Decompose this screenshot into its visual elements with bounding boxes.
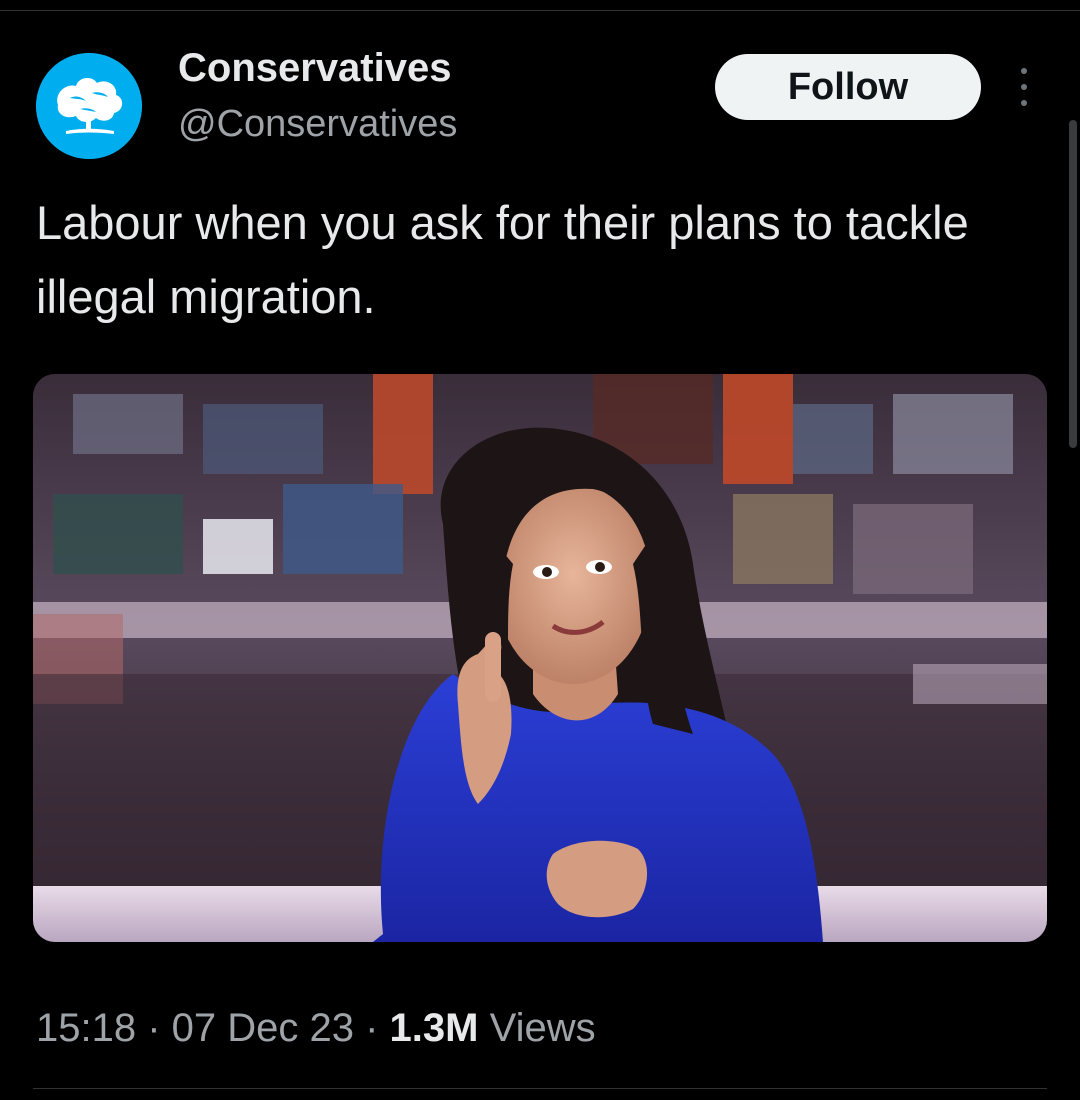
follow-button[interactable]: Follow: [715, 54, 981, 120]
views-count: 1.3M: [389, 1006, 479, 1050]
tweet-text: Labour when you ask for their plans to t…: [36, 196, 969, 323]
meta-separator: ·: [136, 1006, 172, 1050]
tweet-time[interactable]: 15:18: [36, 1006, 136, 1050]
account-handle[interactable]: @Conservatives: [178, 101, 457, 147]
more-options-button[interactable]: [1006, 62, 1042, 112]
tweet-meta: 15:18 · 07 Dec 23 · 1.3M Views: [36, 1002, 596, 1054]
scrollbar[interactable]: [1069, 120, 1077, 448]
bottom-divider: [33, 1088, 1047, 1089]
meta-separator: ·: [354, 1006, 390, 1050]
more-vertical-icon: [1021, 68, 1027, 74]
news-studio-photo: [33, 374, 1047, 942]
display-name[interactable]: Conservatives: [178, 44, 451, 92]
conservative-tree-logo-icon: [36, 53, 142, 159]
avatar[interactable]: [36, 53, 142, 159]
top-divider: [0, 10, 1080, 11]
tweet-photo[interactable]: [33, 374, 1047, 942]
views-label: Views: [489, 1006, 596, 1050]
tweet-date[interactable]: 07 Dec 23: [172, 1006, 354, 1050]
